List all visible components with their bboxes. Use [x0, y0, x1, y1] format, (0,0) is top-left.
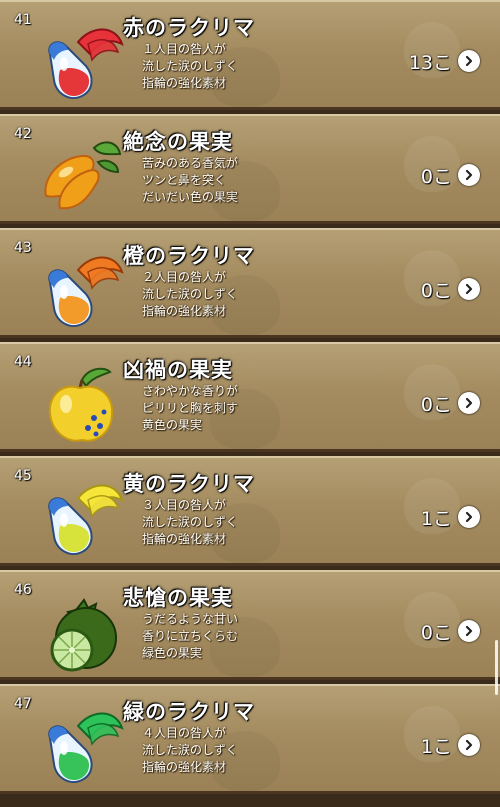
item-description-line: ピリリと胸を刺す [142, 401, 239, 415]
item-number: 42 [14, 126, 32, 142]
item-description-line: ツンと鼻を突く [142, 173, 227, 187]
item-description-line: ２人目の咎人が [142, 270, 227, 284]
item-count[interactable]: 0こ [421, 389, 480, 417]
item-description-line: 流した涙のしずく [142, 743, 238, 757]
list-item[interactable]: 46 悲愴の果実 うだるような甘い 香りに立ちくらむ 緑色の果実 0こ [0, 570, 500, 680]
item-count-label: 0こ [420, 279, 452, 302]
item-description: ３人目の咎人が 流した涙のしずく 指輪の強化素材 [142, 497, 238, 548]
item-number: 47 [14, 696, 32, 712]
green-fruit-icon [38, 594, 128, 674]
item-description: ４人目の咎人が 流した涙のしずく 指輪の強化素材 [142, 725, 238, 776]
item-description-line: 流した涙のしずく [142, 59, 238, 73]
item-description: 苦みのある香気が ツンと鼻を突く だいだい色の果実 [142, 155, 238, 206]
item-name: 橙のラクリマ [123, 244, 255, 268]
item-name: 悲愴の果実 [123, 586, 233, 610]
item-description: うだるような甘い 香りに立ちくらむ 緑色の果実 [142, 611, 238, 662]
item-description-line: 指輪の強化素材 [142, 760, 227, 774]
yellow-fruit-icon [38, 366, 128, 446]
item-description-line: １人目の咎人が [142, 42, 227, 56]
item-description-line: 緑色の果実 [142, 646, 203, 660]
item-number: 44 [14, 354, 32, 370]
item-name: 黄のラクリマ [123, 472, 255, 496]
yellow-lacrima-icon [38, 480, 128, 560]
item-name: 赤のラクリマ [123, 16, 255, 40]
chevron-right-icon[interactable] [458, 734, 480, 756]
item-count[interactable]: 0こ [421, 617, 480, 645]
item-description-line: さわやかな香りが [142, 384, 239, 398]
item-count[interactable]: 1こ [421, 731, 480, 759]
item-description-line: 指輪の強化素材 [142, 76, 227, 90]
item-number: 43 [14, 240, 32, 256]
red-lacrima-icon [38, 24, 128, 104]
list-item[interactable]: 42 絶念の果実 苦みのある香気が ツンと鼻を突く だいだい色の果実 0こ [0, 114, 500, 224]
item-description: ２人目の咎人が 流した涙のしずく 指輪の強化素材 [142, 269, 238, 320]
item-number: 45 [14, 468, 32, 484]
scrollbar[interactable] [495, 640, 498, 695]
item-count-label: 0こ [420, 621, 452, 644]
orange-fruit-icon [38, 138, 128, 218]
green-lacrima-icon [38, 708, 128, 788]
item-description-line: 黄色の果実 [142, 418, 203, 432]
item-description-line: ３人目の咎人が [142, 498, 227, 512]
list-item[interactable]: 44 凶禍の果実 さわやかな香りが ピリリと胸を刺す 黄色の果実 0こ [0, 342, 500, 452]
chevron-right-icon[interactable] [458, 620, 480, 642]
item-description-line: だいだい色の果実 [142, 190, 239, 204]
item-description: １人目の咎人が 流した涙のしずく 指輪の強化素材 [142, 41, 238, 92]
item-number: 46 [14, 582, 32, 598]
item-description-line: うだるような甘い [142, 612, 239, 626]
item-number: 41 [14, 12, 32, 28]
list-item[interactable]: 41 赤のラクリマ １人目の咎人が 流した涙のしずく 指輪の強化素材 13こ [0, 0, 500, 110]
item-count[interactable]: 0こ [421, 161, 480, 189]
chevron-right-icon[interactable] [458, 164, 480, 186]
item-count-label: 1こ [420, 507, 452, 530]
item-description-line: ４人目の咎人が [142, 726, 227, 740]
item-list[interactable]: 41 赤のラクリマ １人目の咎人が 流した涙のしずく 指輪の強化素材 13こ 4… [0, 0, 500, 807]
item-name: 絶念の果実 [123, 130, 233, 154]
item-count-label: 1こ [420, 735, 452, 758]
chevron-right-icon[interactable] [458, 392, 480, 414]
item-count[interactable]: 13こ [409, 47, 480, 75]
item-description-line: 香りに立ちくらむ [142, 629, 239, 643]
item-name: 緑のラクリマ [123, 700, 255, 724]
list-item[interactable]: 45 黄のラクリマ ３人目の咎人が 流した涙のしずく 指輪の強化素材 1こ [0, 456, 500, 566]
item-count[interactable]: 1こ [421, 503, 480, 531]
item-description-line: 流した涙のしずく [142, 287, 238, 301]
orange-lacrima-icon [38, 252, 128, 332]
item-count-label: 0こ [420, 165, 452, 188]
chevron-right-icon[interactable] [458, 506, 480, 528]
chevron-right-icon[interactable] [458, 278, 480, 300]
item-description-line: 指輪の強化素材 [142, 532, 227, 546]
item-count[interactable]: 0こ [421, 275, 480, 303]
item-description-line: 指輪の強化素材 [142, 304, 227, 318]
item-count-label: 13こ [408, 51, 452, 74]
item-description-line: 流した涙のしずく [142, 515, 238, 529]
item-description-line: 苦みのある香気が [142, 156, 239, 170]
list-item[interactable]: 47 緑のラクリマ ４人目の咎人が 流した涙のしずく 指輪の強化素材 1こ [0, 684, 500, 794]
list-item[interactable]: 43 橙のラクリマ ２人目の咎人が 流した涙のしずく 指輪の強化素材 0こ [0, 228, 500, 338]
chevron-right-icon[interactable] [458, 50, 480, 72]
item-description: さわやかな香りが ピリリと胸を刺す 黄色の果実 [142, 383, 238, 434]
item-name: 凶禍の果実 [123, 358, 233, 382]
item-count-label: 0こ [420, 393, 452, 416]
